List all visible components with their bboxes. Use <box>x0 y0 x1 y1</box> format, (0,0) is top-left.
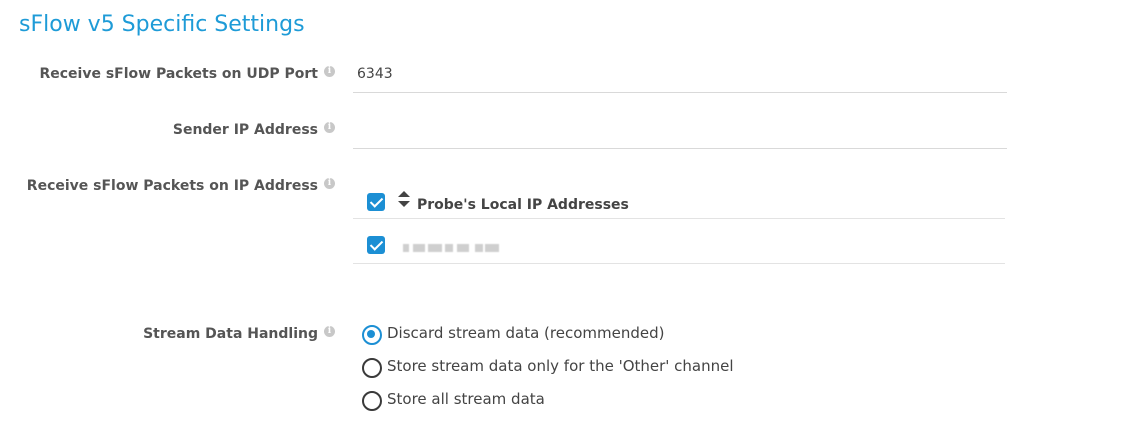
ip-column-header[interactable]: Probe's Local IP Addresses <box>417 197 629 213</box>
info-icon[interactable]: i <box>324 326 335 337</box>
sender-ip-input[interactable] <box>357 122 1003 138</box>
table-row <box>353 218 1005 264</box>
radio-button[interactable] <box>362 358 382 378</box>
sender-ip-field[interactable] <box>353 113 1007 149</box>
radio-label[interactable]: Discard stream data (recommended) <box>387 324 664 342</box>
ip-row-checkbox[interactable] <box>367 236 385 254</box>
radio-button[interactable] <box>362 325 382 345</box>
section-title: sFlow v5 Specific Settings <box>19 12 305 37</box>
udp-port-label: Receive sFlow Packets on UDP Port <box>39 66 318 82</box>
radio-button[interactable] <box>362 391 382 411</box>
select-all-checkbox[interactable] <box>367 193 385 211</box>
sort-icon[interactable] <box>398 191 410 207</box>
udp-port-field[interactable] <box>353 57 1007 93</box>
receive-ip-label: Receive sFlow Packets on IP Address <box>26 178 318 194</box>
radio-label[interactable]: Store all stream data <box>387 390 545 408</box>
redacted-ip-address <box>403 244 501 252</box>
info-icon[interactable]: i <box>324 178 335 189</box>
info-icon[interactable]: i <box>324 66 335 77</box>
sender-ip-label: Sender IP Address <box>172 122 318 138</box>
ip-table-header: Probe's Local IP Addresses <box>353 172 1005 219</box>
stream-handling-label: Stream Data Handling <box>143 326 318 342</box>
info-icon[interactable]: i <box>324 122 335 133</box>
udp-port-input[interactable] <box>357 66 1003 82</box>
radio-label[interactable]: Store stream data only for the 'Other' c… <box>387 357 734 375</box>
